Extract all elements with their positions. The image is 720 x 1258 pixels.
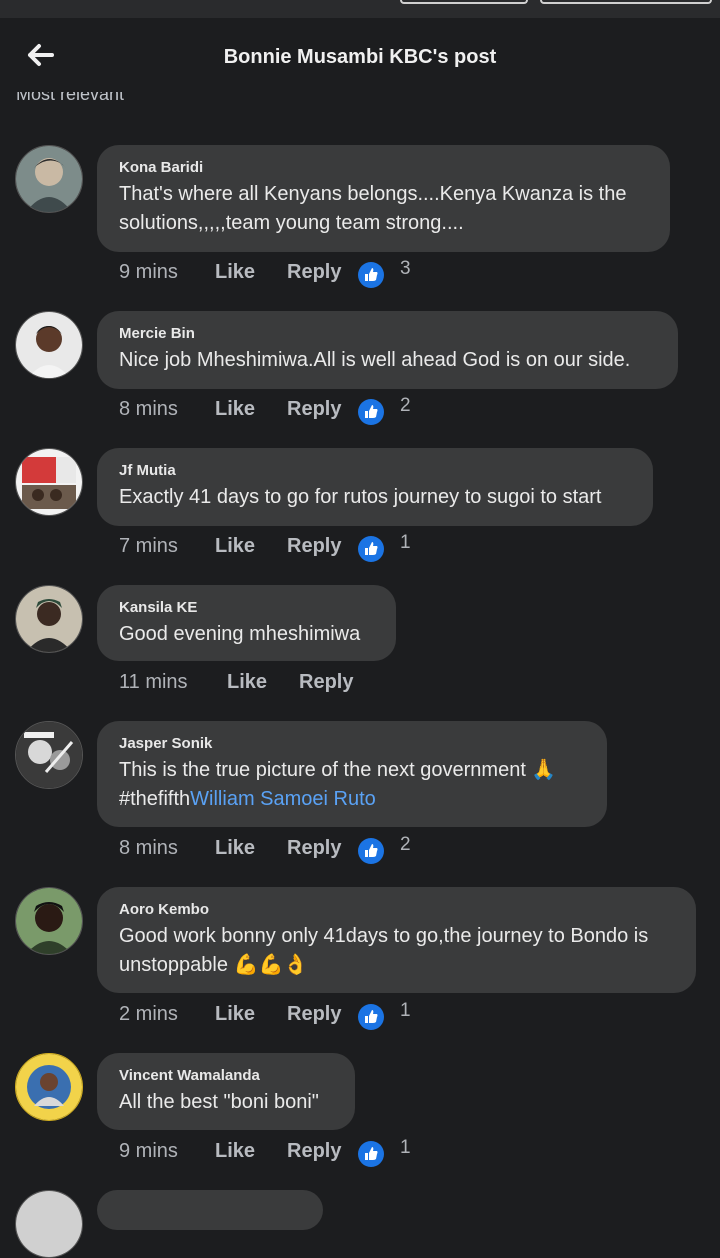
avatar[interactable]: [15, 1190, 83, 1258]
reply-button[interactable]: Reply: [287, 837, 341, 860]
comment-text: Good evening mheshimiwa: [119, 623, 361, 645]
timestamp: 7 mins: [119, 535, 178, 557]
timestamp: 8 mins: [119, 398, 178, 420]
like-reaction-icon: [358, 536, 384, 562]
like-reaction-icon: [358, 1004, 384, 1030]
comment-text-line: Good work bonny only 41days to go,the jo…: [119, 925, 649, 976]
like-reaction-icon: [358, 838, 384, 864]
like-button[interactable]: Like: [215, 1140, 255, 1163]
avatar[interactable]: [15, 887, 83, 955]
reaction-count[interactable]: 2: [400, 834, 411, 856]
comment-actions: 11 mins Like Reply: [119, 671, 379, 699]
comment-bubble: [97, 1190, 323, 1230]
comment-bubble: Aoro Kembo Good work bonny only 41days t…: [97, 887, 696, 993]
comment-bubble: Jf Mutia Exactly 41 days to go for rutos…: [97, 448, 653, 526]
comment-bubble: Kansila KE Good evening mheshimiwa: [97, 585, 396, 661]
avatar[interactable]: [15, 721, 83, 789]
like-reaction-icon: [358, 1141, 384, 1167]
commenter-name[interactable]: Kansila KE: [119, 599, 374, 616]
commenter-name[interactable]: Aoro Kembo: [119, 901, 674, 918]
commenter-name[interactable]: Jasper Sonik: [119, 735, 585, 752]
post-header: Bonnie Musambi KBC's post: [0, 18, 720, 98]
comment-text: This is the true picture of the next gov…: [119, 756, 585, 814]
like-button[interactable]: Like: [215, 1003, 255, 1026]
reply-button[interactable]: Reply: [287, 261, 341, 284]
avatar[interactable]: [15, 311, 83, 379]
reaction-count[interactable]: 3: [400, 258, 411, 280]
emoji-strong-ok: 💪💪👌: [233, 954, 309, 976]
comment-text: Nice job Mheshimiwa.All is well ahead Go…: [119, 349, 631, 371]
comment-actions: 9 mins Like Reply 1: [119, 1137, 459, 1168]
reply-button[interactable]: Reply: [287, 398, 341, 421]
top-button-outline: [540, 0, 712, 4]
avatar[interactable]: [15, 448, 83, 516]
comment-actions: 8 mins Like Reply 2: [119, 834, 459, 865]
top-button-outline: [400, 0, 528, 4]
commenter-name[interactable]: Mercie Bin: [119, 325, 656, 342]
top-status-strip: [0, 0, 720, 18]
timestamp: 9 mins: [119, 261, 178, 283]
comment-actions: 8 mins Like Reply 2: [119, 395, 459, 426]
sort-dropdown[interactable]: Most relevant: [16, 92, 124, 102]
comment-actions: 2 mins Like Reply 1: [119, 1000, 459, 1031]
comment-bubble: Kona Baridi That's where all Kenyans bel…: [97, 145, 670, 252]
like-button[interactable]: Like: [215, 535, 255, 558]
comment-text: That's where all Kenyans belongs....Keny…: [119, 183, 627, 234]
reply-button[interactable]: Reply: [287, 1140, 341, 1163]
comment-text: Exactly 41 days to go for rutos journey …: [119, 486, 602, 508]
comment-text-line: This is the true picture of the next gov…: [119, 759, 557, 781]
timestamp: 2 mins: [119, 1003, 178, 1025]
timestamp: 9 mins: [119, 1140, 178, 1162]
avatar[interactable]: [15, 585, 83, 653]
comment-bubble: Vincent Wamalanda All the best "boni bon…: [97, 1053, 355, 1130]
comment-text: Good work bonny only 41days to go,the jo…: [119, 922, 674, 980]
comment-text: All the best "boni boni": [119, 1091, 319, 1113]
timestamp: 11 mins: [119, 671, 188, 693]
mention-link[interactable]: William Samoei Ruto: [190, 788, 376, 810]
comment-actions: 9 mins Like Reply 3: [119, 258, 459, 289]
reaction-count[interactable]: 1: [400, 1000, 411, 1022]
like-button[interactable]: Like: [227, 671, 267, 694]
like-button[interactable]: Like: [215, 837, 255, 860]
hashtag[interactable]: #thefifth: [119, 788, 190, 810]
like-reaction-icon: [358, 262, 384, 288]
page-title: Bonnie Musambi KBC's post: [223, 46, 497, 68]
reaction-count[interactable]: 1: [400, 532, 411, 554]
reply-button[interactable]: Reply: [287, 1003, 341, 1026]
comment-bubble: Mercie Bin Nice job Mheshimiwa.All is we…: [97, 311, 678, 389]
reaction-count[interactable]: 1: [400, 1137, 411, 1159]
reaction-count[interactable]: 2: [400, 395, 411, 417]
commenter-name[interactable]: Vincent Wamalanda: [119, 1067, 333, 1084]
like-button[interactable]: Like: [215, 261, 255, 284]
avatar[interactable]: [15, 145, 83, 213]
comment-actions: 7 mins Like Reply 1: [119, 532, 459, 563]
like-reaction-icon: [358, 399, 384, 425]
commenter-name[interactable]: Jf Mutia: [119, 462, 631, 479]
reply-button[interactable]: Reply: [299, 671, 353, 694]
reply-button[interactable]: Reply: [287, 535, 341, 558]
comment-bubble: Jasper Sonik This is the true picture of…: [97, 721, 607, 827]
commenter-name[interactable]: Kona Baridi: [119, 159, 648, 176]
avatar[interactable]: [15, 1053, 83, 1121]
like-button[interactable]: Like: [215, 398, 255, 421]
timestamp: 8 mins: [119, 837, 178, 859]
